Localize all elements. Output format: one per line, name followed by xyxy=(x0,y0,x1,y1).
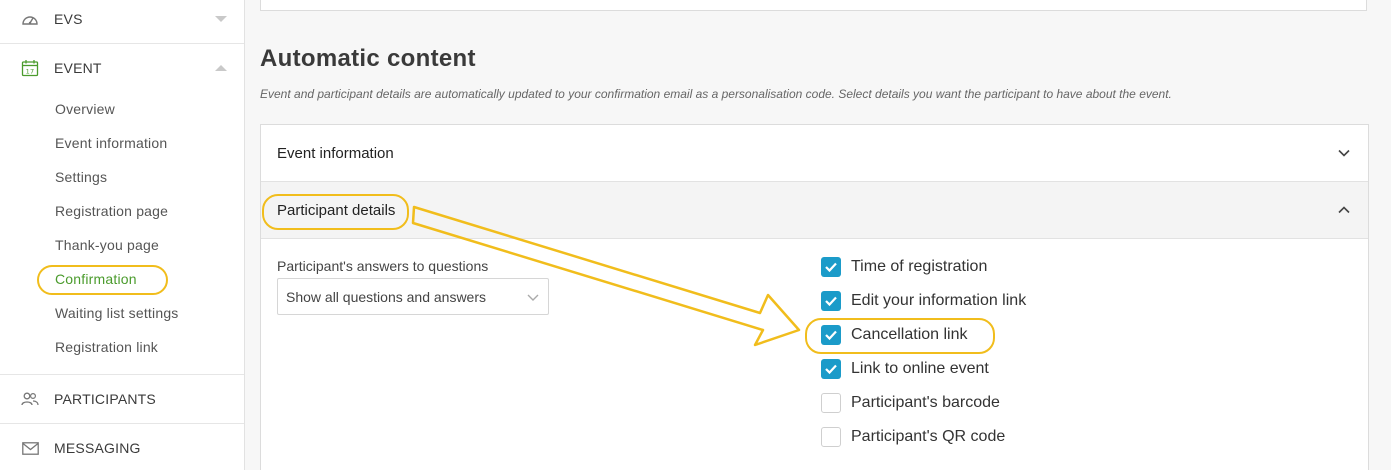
checkbox-label: Time of registration xyxy=(851,258,988,275)
checkbox-time-of-registration[interactable]: Time of registration xyxy=(821,255,987,279)
page-title: Automatic content xyxy=(260,45,476,72)
page-description: Event and participant details are automa… xyxy=(260,87,1172,101)
question-answers-label: Participant's answers to questions xyxy=(277,258,489,274)
checkmark-icon xyxy=(825,364,837,375)
sidebar-section-label: PARTICIPANTS xyxy=(54,391,156,407)
sidebar-section-label: EVS xyxy=(54,11,83,27)
calendar-day: 17 xyxy=(26,67,35,75)
accordion-participant-details[interactable]: Participant details xyxy=(261,182,1368,239)
divider xyxy=(0,43,244,44)
checkmark-icon xyxy=(825,262,837,273)
users-icon xyxy=(21,390,39,408)
checkmark-icon xyxy=(825,330,837,341)
sidebar-section-participants[interactable]: PARTICIPANTS xyxy=(0,389,244,409)
question-answers-select[interactable]: Show all questions and answers xyxy=(277,278,549,315)
sidebar-item-registration-link[interactable]: Registration link xyxy=(55,339,158,355)
chevron-up-icon xyxy=(1338,206,1350,214)
select-value: Show all questions and answers xyxy=(286,289,487,305)
checkbox-participant-qr-code[interactable]: Participant's QR code xyxy=(821,425,1005,449)
checkbox[interactable] xyxy=(821,393,841,413)
sidebar-section-label: MESSAGING xyxy=(54,440,141,456)
checkbox[interactable] xyxy=(821,427,841,447)
checkbox-link-online-event[interactable]: Link to online event xyxy=(821,357,989,381)
sidebar-item-thank-you-page[interactable]: Thank-you page xyxy=(55,237,159,253)
checkbox-participant-barcode[interactable]: Participant's barcode xyxy=(821,391,1000,415)
checkmark-icon xyxy=(825,296,837,307)
sidebar-section-evs[interactable]: EVS xyxy=(0,9,244,29)
sidebar: EVS 17 EVENT Overview Event information … xyxy=(0,0,245,470)
sidebar-item-confirmation[interactable]: Confirmation xyxy=(55,271,137,287)
checkbox-cancellation-link[interactable]: Cancellation link xyxy=(821,323,968,347)
checkbox-label: Participant's QR code xyxy=(851,428,1006,445)
accordion-title: Event information xyxy=(277,144,394,162)
checkbox[interactable] xyxy=(821,257,841,277)
dashboard-icon xyxy=(21,10,39,28)
sidebar-section-messaging[interactable]: MESSAGING xyxy=(0,438,244,458)
checkbox-label: Link to online event xyxy=(851,360,989,377)
app-root: EVS 17 EVENT Overview Event information … xyxy=(0,0,1391,470)
sidebar-item-settings[interactable]: Settings xyxy=(55,169,107,185)
previous-field-box xyxy=(260,0,1367,11)
checkbox-edit-information-link[interactable]: Edit your information link xyxy=(821,289,1026,313)
sidebar-item-event-information[interactable]: Event information xyxy=(55,135,167,151)
mail-icon xyxy=(21,439,39,457)
divider xyxy=(0,423,244,424)
divider xyxy=(0,374,244,375)
sidebar-section-label: EVENT xyxy=(54,60,102,76)
chevron-up-icon xyxy=(215,65,227,71)
checkbox-label: Cancellation link xyxy=(851,326,968,343)
checkbox[interactable] xyxy=(821,325,841,345)
sidebar-section-event[interactable]: 17 EVENT xyxy=(0,58,244,78)
accordion-event-information[interactable]: Event information xyxy=(261,125,1368,182)
automatic-content-panel: Event information Participant details Pa… xyxy=(260,124,1369,470)
chevron-down-icon xyxy=(215,16,227,22)
checkbox[interactable] xyxy=(821,291,841,311)
checkbox-label: Edit your information link xyxy=(851,292,1027,309)
main-content: Automatic content Event and participant … xyxy=(246,0,1391,470)
accordion-title: Participant details xyxy=(277,201,396,219)
chevron-down-icon xyxy=(527,294,539,301)
calendar-icon: 17 xyxy=(21,59,39,77)
chevron-down-icon xyxy=(1338,149,1350,157)
sidebar-item-waiting-list-settings[interactable]: Waiting list settings xyxy=(55,305,179,321)
checkbox-label: Participant's barcode xyxy=(851,394,1000,411)
sidebar-item-registration-page[interactable]: Registration page xyxy=(55,203,168,219)
sidebar-item-overview[interactable]: Overview xyxy=(55,101,115,117)
checkbox[interactable] xyxy=(821,359,841,379)
